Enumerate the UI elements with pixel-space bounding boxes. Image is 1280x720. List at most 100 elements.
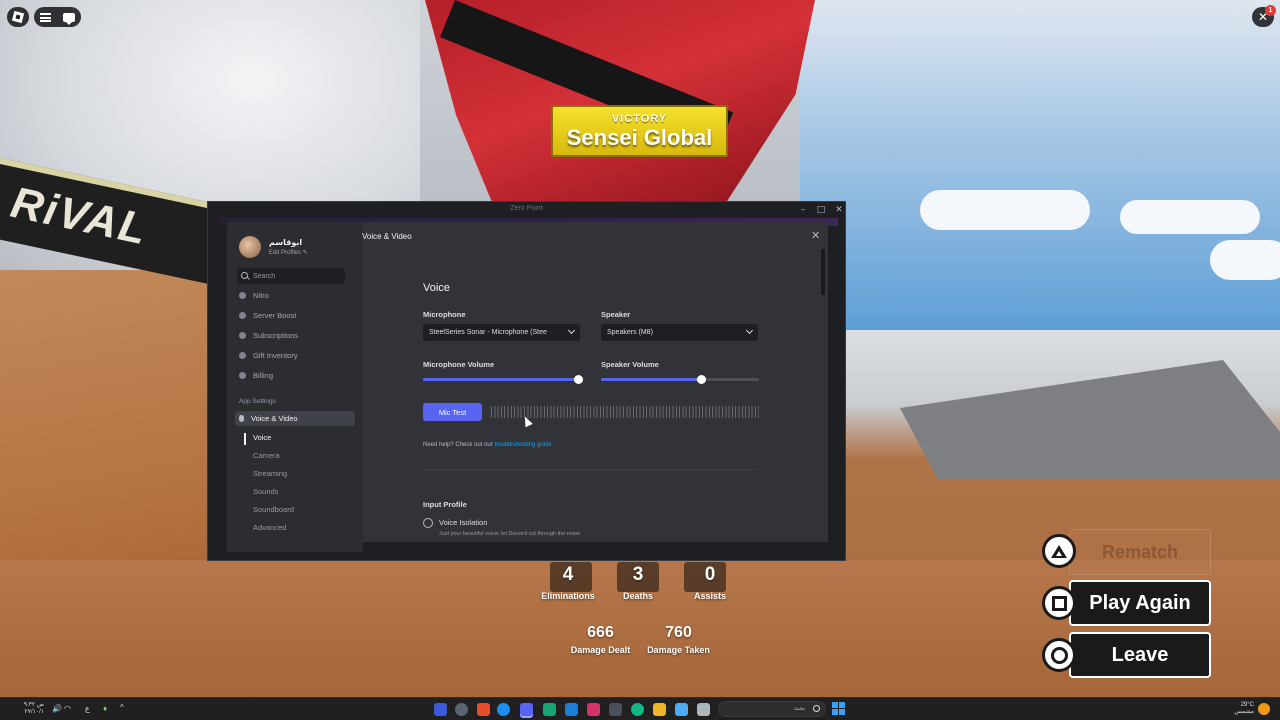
settings-app-icon[interactable] xyxy=(455,703,468,716)
speaker-volume-slider[interactable] xyxy=(601,375,759,384)
sidebar-item-gift-inventory[interactable]: Gift Inventory xyxy=(235,348,355,363)
search-icon xyxy=(813,705,820,712)
subscriptions-icon xyxy=(239,332,246,339)
app-icon[interactable] xyxy=(543,703,556,716)
chevron-down-icon xyxy=(567,326,576,335)
wifi-icon[interactable]: ◠ xyxy=(64,705,71,713)
sidebar-item-voice-video[interactable]: Voice & Video xyxy=(235,411,355,426)
mic-volume-knob[interactable] xyxy=(573,375,583,384)
windows-start-icon[interactable] xyxy=(832,702,845,715)
app-icon[interactable] xyxy=(609,703,622,716)
close-window-icon[interactable]: ✕ xyxy=(832,204,845,216)
subnav-camera[interactable]: Camera xyxy=(253,451,280,460)
discord-window: Zero Point – □ ✕ ابوقاسم Edit Profiles ✎… xyxy=(207,201,846,561)
gift-icon xyxy=(239,352,246,359)
username: ابوقاسم xyxy=(269,238,303,247)
subnav-advanced[interactable]: Advanced xyxy=(253,523,286,532)
tray-chevron-icon[interactable]: ^ xyxy=(120,704,124,712)
game-sky-right xyxy=(800,0,1280,330)
taskbar-clock[interactable]: ۹:۳۲ ص ۲۷/۱۰/۱ xyxy=(20,702,44,716)
victory-banner: VICTORY Sensei Global xyxy=(551,105,728,157)
stat-damage-taken: 760 Damage Taken xyxy=(647,624,710,655)
search-icon xyxy=(241,272,248,279)
sidebar-item-nitro[interactable]: Nitro xyxy=(235,288,355,303)
triangle-button-icon xyxy=(1042,534,1076,568)
user-profile[interactable]: ابوقاسم Edit Profiles ✎ xyxy=(239,236,359,262)
microphone-icon xyxy=(239,415,244,422)
top-right-status: ··· ··· xyxy=(1233,10,1240,25)
cloud xyxy=(920,190,1090,230)
app-icon[interactable] xyxy=(675,703,688,716)
mic-volume-slider[interactable] xyxy=(423,375,583,384)
weather-sun-icon xyxy=(1258,703,1270,715)
scrollbar[interactable] xyxy=(821,249,825,295)
subnav-soundboard[interactable]: Soundboard xyxy=(253,505,294,514)
mic-tray-icon[interactable]: ♦ xyxy=(103,705,107,713)
voice-isolation-radio[interactable] xyxy=(423,518,433,528)
more-menu-button[interactable]: ✕ 1 xyxy=(1252,5,1276,27)
window-title: Zero Point xyxy=(510,205,543,212)
hamburger-icon[interactable] xyxy=(40,12,51,22)
app-icon[interactable] xyxy=(565,703,578,716)
search-input[interactable] xyxy=(253,270,341,282)
play-again-button[interactable]: Play Again xyxy=(1069,580,1211,626)
nitro-icon xyxy=(239,292,246,299)
discord-taskbar-icon[interactable] xyxy=(520,703,533,716)
troubleshooting-link[interactable]: troubleshooting guide. xyxy=(494,442,553,448)
subnav-voice[interactable]: Voice xyxy=(253,433,271,442)
boost-icon xyxy=(239,312,246,319)
app-icon[interactable] xyxy=(434,703,447,716)
voice-isolation-label: Voice Isolation xyxy=(439,518,488,527)
maximize-icon[interactable]: □ xyxy=(814,204,828,216)
speaker-volume-label: Speaker Volume xyxy=(601,360,659,369)
window-titlebar: Zero Point – □ ✕ xyxy=(208,202,845,218)
subnav-streaming[interactable]: Streaming xyxy=(253,469,287,478)
mic-volume-label: Microphone Volume xyxy=(423,360,495,369)
rematch-button[interactable]: Rematch xyxy=(1069,529,1211,575)
speaker-label: Speaker xyxy=(601,310,631,319)
chevron-down-icon xyxy=(745,326,754,335)
subnav-sounds[interactable]: Sounds xyxy=(253,487,278,496)
taskbar-search[interactable]: بحث xyxy=(718,701,826,717)
divider xyxy=(423,469,758,470)
app-icon[interactable] xyxy=(697,703,710,716)
mic-level-meter xyxy=(491,406,759,418)
weather-widget[interactable]: 29°C مشمس xyxy=(1230,702,1254,716)
speaker-volume-knob[interactable] xyxy=(696,375,706,384)
microphone-select[interactable]: SteelSeries Sonar - Microphone (Stee xyxy=(423,324,580,341)
app-icon[interactable] xyxy=(497,703,510,716)
settings-content: Voice & Video ✕ Voice Microphone SteelSe… xyxy=(362,222,828,542)
minimize-icon[interactable]: – xyxy=(796,204,810,216)
winner-name: Sensei Global xyxy=(566,125,713,150)
mic-volume-fill xyxy=(423,378,578,381)
help-text: Need help? Check out our troubleshooting… xyxy=(423,442,554,448)
voice-isolation-desc: Just your beautiful voice: let Discord c… xyxy=(439,531,580,537)
cloud xyxy=(1210,240,1280,280)
leave-button[interactable]: Leave xyxy=(1069,632,1211,678)
sidebar-item-server-boost[interactable]: Server Boost xyxy=(235,308,355,323)
windows-taskbar: ۹:۳۲ ص ۲۷/۱۰/۱ 🔊 ◠ ع ♦ ^ بحث 29°C مشمس xyxy=(0,697,1280,720)
roblox-menu-button[interactable] xyxy=(7,7,29,27)
cloud xyxy=(1120,200,1260,234)
settings-sidebar: ابوقاسم Edit Profiles ✎ Nitro Server Boo… xyxy=(227,222,363,552)
speaker-select[interactable]: Speakers (M8) xyxy=(601,324,758,341)
edit-profiles-link[interactable]: Edit Profiles ✎ xyxy=(269,249,308,256)
chat-icon[interactable] xyxy=(63,12,75,25)
sidebar-item-billing[interactable]: Billing xyxy=(235,368,355,383)
speaker-volume-fill xyxy=(601,378,701,381)
billing-icon xyxy=(239,372,246,379)
app-icon[interactable] xyxy=(587,703,600,716)
edge-icon[interactable] xyxy=(631,703,644,716)
close-settings-icon[interactable]: ✕ xyxy=(811,229,820,242)
section-title-voice: Voice xyxy=(423,282,450,294)
square-button-icon xyxy=(1042,586,1076,620)
settings-search[interactable] xyxy=(237,268,345,284)
mic-test-button[interactable]: Mic Test xyxy=(423,403,482,421)
brave-icon[interactable] xyxy=(477,703,490,716)
sidebar-item-subscriptions[interactable]: Subscriptions xyxy=(235,328,355,343)
language-indicator[interactable]: ع xyxy=(85,705,90,713)
circle-button-icon xyxy=(1042,638,1076,672)
subnav-active-indicator xyxy=(244,433,246,445)
file-explorer-icon[interactable] xyxy=(653,703,666,716)
volume-icon[interactable]: 🔊 xyxy=(52,705,62,713)
